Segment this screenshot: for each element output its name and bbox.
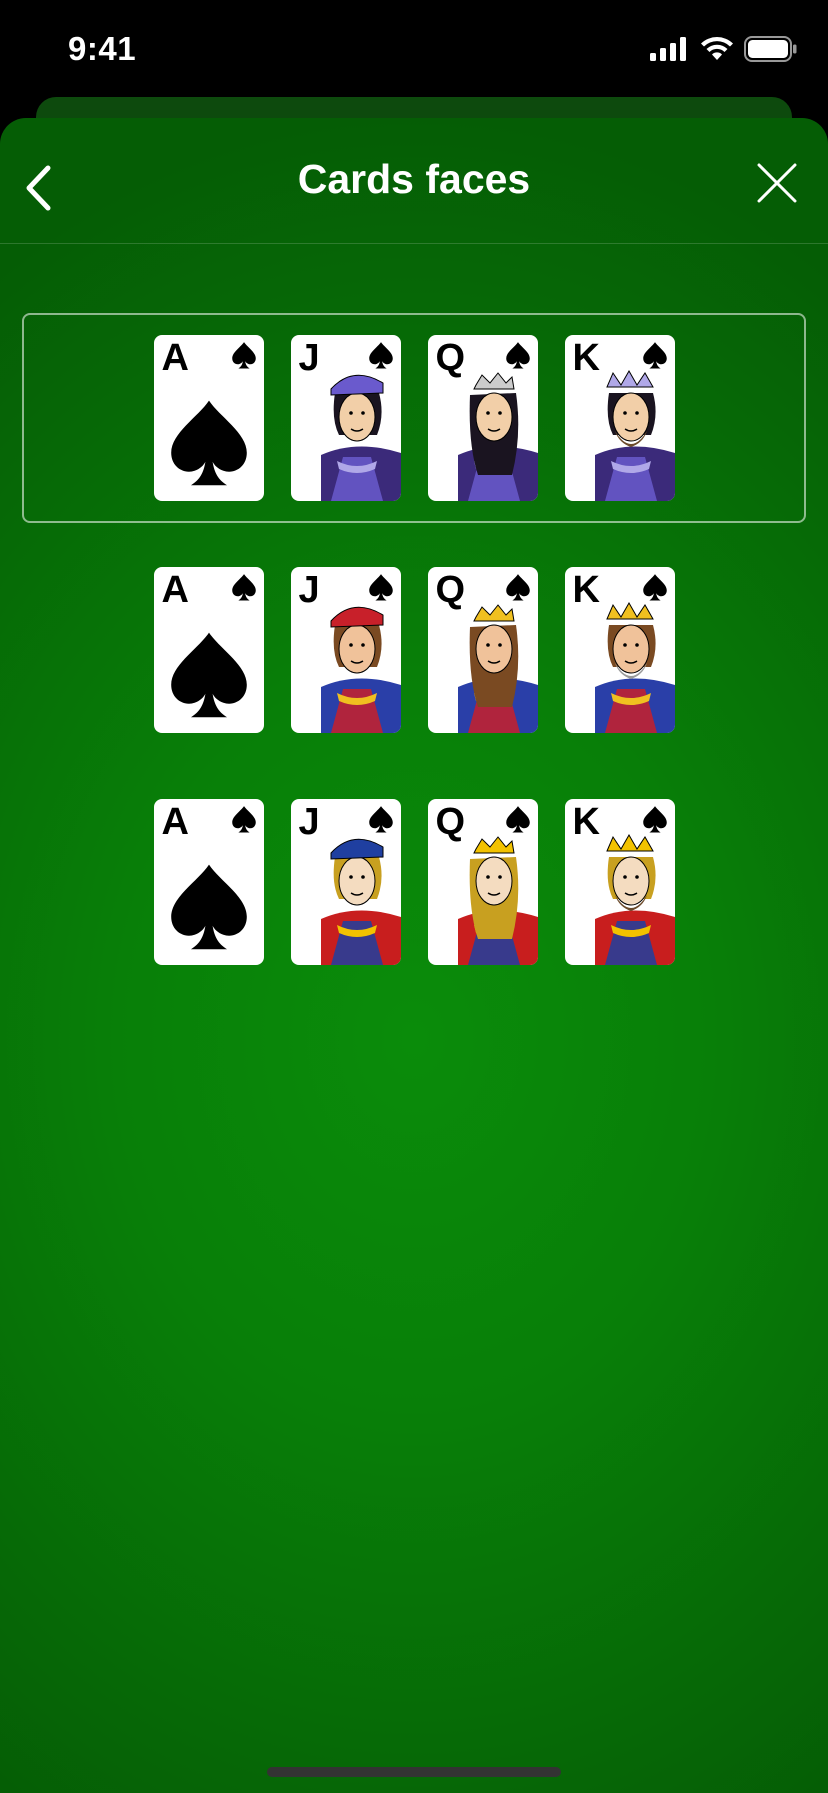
spade-icon (368, 574, 393, 601)
ace-spade-icon (170, 632, 247, 718)
spade-icon (367, 341, 395, 374)
home-indicator (267, 1767, 561, 1777)
spade-icon (641, 341, 669, 374)
status-icons (650, 36, 798, 62)
card-rank: Q (435, 569, 466, 611)
card-faces-sheet: Cards faces A J Q K A J Q K A J Q K (0, 118, 828, 1793)
card-k-of-spades: K (564, 335, 675, 501)
cellular-signal-icon (650, 37, 686, 61)
deck-option[interactable]: A J Q K (22, 545, 806, 755)
card-q-of-spades: Q (427, 567, 538, 733)
deck-option[interactable]: A J Q K (22, 313, 806, 523)
battery-icon (744, 36, 797, 62)
spade-icon (231, 342, 256, 369)
card-a-of-spades: A (153, 335, 264, 501)
card-j-of-spades: J (290, 567, 401, 733)
spade-icon (231, 806, 256, 833)
card-q-of-spades: Q (427, 799, 538, 965)
page-title: Cards faces (297, 156, 531, 202)
spade-icon (368, 342, 393, 369)
status-time: 9:41 (68, 30, 137, 67)
card-k-of-spades: K (564, 567, 675, 733)
spade-icon (504, 805, 532, 838)
close-icon (757, 163, 797, 203)
spade-icon (505, 806, 530, 833)
spade-icon (368, 806, 393, 833)
nav-bar: Cards faces (0, 118, 828, 244)
wifi-icon (701, 37, 733, 60)
spade-icon (504, 573, 532, 606)
spade-icon (505, 574, 530, 601)
spade-icon (230, 341, 258, 374)
spade-icon (230, 573, 258, 606)
card-rank: Q (435, 337, 466, 379)
card-q-of-spades: Q (427, 335, 538, 501)
card-rank: A (161, 337, 189, 379)
spade-icon (642, 574, 667, 601)
card-rank: J (298, 569, 320, 611)
card-j-of-spades: J (290, 799, 401, 965)
card-rank: K (572, 801, 600, 843)
card-rank: Q (435, 801, 466, 843)
ace-spade-icon (170, 864, 247, 950)
card-rank: J (298, 337, 320, 379)
card-rank: K (572, 569, 600, 611)
card-a-of-spades: A (153, 799, 264, 965)
spade-icon (367, 573, 395, 606)
card-rank: J (298, 801, 320, 843)
card-j-of-spades: J (290, 335, 401, 501)
spade-icon (642, 342, 667, 369)
spade-icon (367, 805, 395, 838)
spade-icon (231, 574, 256, 601)
card-rank: A (161, 801, 189, 843)
spade-icon (505, 342, 530, 369)
close-button[interactable] (752, 158, 802, 208)
spade-icon (504, 341, 532, 374)
deck-option[interactable]: A J Q K (22, 777, 806, 987)
status-bar: 9:41 (0, 0, 828, 100)
ace-spade-icon (170, 400, 247, 486)
card-k-of-spades: K (564, 799, 675, 965)
spade-icon (230, 805, 258, 838)
card-rank: K (572, 337, 600, 379)
spade-icon (642, 806, 667, 833)
card-rank: A (161, 569, 189, 611)
spade-icon (641, 573, 669, 606)
card-a-of-spades: A (153, 567, 264, 733)
spade-icon (641, 805, 669, 838)
